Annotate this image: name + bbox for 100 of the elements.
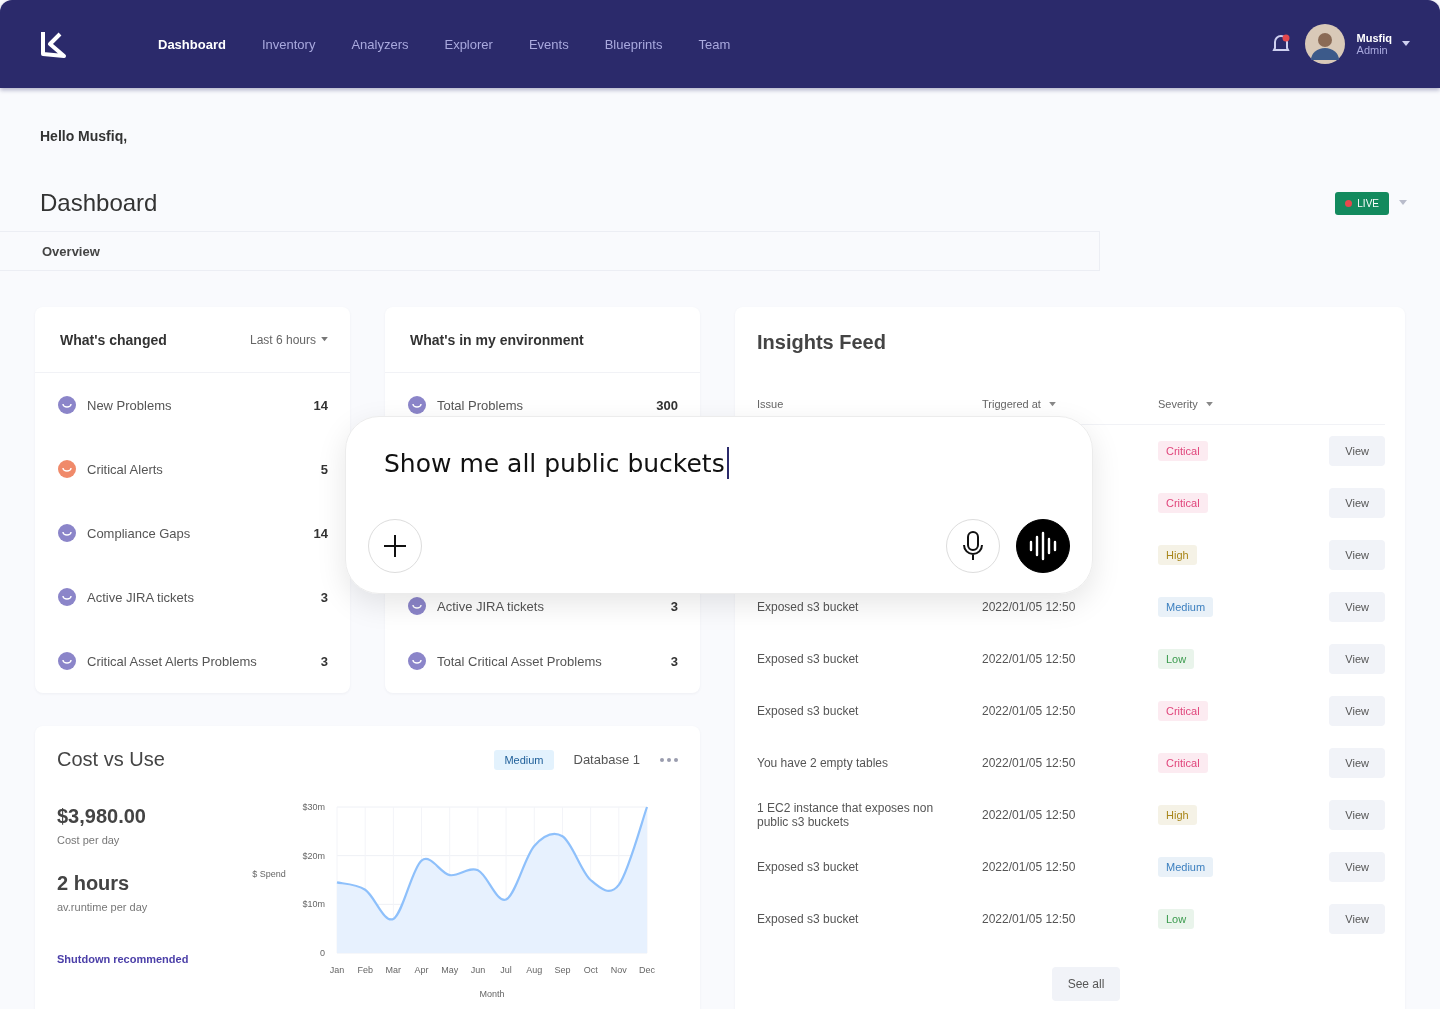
view-button[interactable]: View — [1329, 540, 1385, 570]
greeting: Hello Musfiq, — [40, 128, 129, 144]
view-button[interactable]: View — [1329, 800, 1385, 830]
stat-label: Critical Asset Alerts Problems — [87, 653, 258, 669]
microphone-button[interactable] — [946, 519, 1000, 573]
runtime-caption: av.runtime per day — [57, 901, 148, 913]
table-cell: 2022/01/05 12:50 — [982, 704, 1076, 718]
view-button[interactable]: View — [1329, 696, 1385, 726]
table-cell: Exposed s3 bucket — [757, 860, 859, 874]
more-icon[interactable] — [660, 757, 678, 762]
column-header: Issue — [757, 398, 785, 410]
add-button[interactable] — [368, 519, 422, 573]
axis-tick-label: Mar — [385, 965, 402, 975]
sort-caret-icon[interactable] — [1048, 401, 1056, 407]
user-role: Admin — [1356, 44, 1389, 56]
microphone-icon — [961, 530, 985, 562]
view-button[interactable]: View — [1329, 644, 1385, 674]
table-cell: You have 2 empty tables — [757, 756, 888, 770]
stat-label: Critical Alerts — [87, 461, 164, 477]
stat-label: Total Critical Asset Problems — [437, 653, 603, 669]
severity-tag: High — [1158, 545, 1197, 565]
view-button[interactable]: View — [1329, 904, 1385, 934]
voice-mode-button[interactable] — [1016, 519, 1070, 573]
runtime-value: 2 hours — [57, 872, 130, 895]
stat-count: 14 — [313, 397, 328, 413]
text-cursor — [726, 447, 729, 479]
column-header[interactable]: Triggered at — [982, 398, 1041, 410]
table-cell: 2022/01/05 12:50 — [982, 756, 1076, 770]
logo-icon[interactable] — [40, 30, 66, 58]
axis-title: Month — [479, 989, 505, 999]
table-cell: 2022/01/05 12:50 — [982, 808, 1076, 822]
user-name: Musfiq — [1356, 32, 1392, 44]
axis-tick-label: Nov — [610, 965, 627, 975]
stat-label: Compliance Gaps — [87, 525, 192, 541]
view-button[interactable]: View — [1329, 852, 1385, 882]
axis-tick-label: 0 — [320, 948, 325, 958]
table-cell: Exposed s3 bucket — [757, 652, 859, 666]
stat-label: Active JIRA tickets — [437, 598, 545, 614]
view-button[interactable]: View — [1329, 488, 1385, 518]
stat-label: Active JIRA tickets — [87, 589, 195, 605]
axis-tick-label: Sep — [554, 965, 571, 975]
plus-icon — [382, 533, 408, 559]
stat-count: 3 — [320, 653, 328, 669]
database-dropdown[interactable]: Database 1 — [573, 752, 640, 767]
axis-title: $ Spend — [252, 869, 286, 879]
axis-tick-label: $10m — [302, 899, 325, 910]
table-cell: Exposed s3 bucket — [757, 912, 859, 926]
see-all-button[interactable]: See all — [1051, 967, 1121, 1001]
avatar[interactable] — [1304, 24, 1345, 64]
stat-count: 3 — [670, 653, 678, 669]
axis-tick-label: Feb — [357, 965, 373, 975]
tag: Medium — [494, 749, 554, 770]
severity-tag: Low — [1158, 649, 1195, 669]
view-button[interactable]: View — [1329, 436, 1385, 466]
shutdown-link[interactable]: Shutdown recommended — [57, 953, 189, 965]
live-badge[interactable]: LIVE — [1335, 191, 1389, 215]
tab[interactable]: Overview — [42, 243, 100, 259]
cost-caption: Cost per day — [57, 834, 120, 846]
nav-link[interactable]: Team — [698, 36, 731, 52]
axis-tick-label: Aug — [526, 965, 543, 975]
severity-tag: High — [1158, 805, 1197, 825]
axis-tick-label: Jul — [500, 965, 512, 975]
severity-tag: Critical — [1158, 493, 1208, 513]
severity-tag: Critical — [1158, 753, 1208, 773]
axis-tick-label: Oct — [583, 965, 598, 975]
caret-icon[interactable] — [1402, 41, 1410, 47]
nav-link[interactable]: Analyzers — [351, 36, 409, 52]
stat-count: 300 — [656, 397, 678, 413]
axis-tick-label: Apr — [414, 965, 429, 975]
view-button[interactable]: View — [1329, 748, 1385, 778]
axis-tick-label: May — [441, 965, 459, 975]
view-button[interactable]: View — [1329, 592, 1385, 622]
severity-tag: Critical — [1158, 701, 1208, 721]
severity-tag: Medium — [1158, 597, 1214, 617]
time-range-dropdown[interactable]: Last 6 hours — [249, 332, 328, 347]
cost-amount: $3,980.00 — [57, 805, 146, 828]
card-title: Cost vs Use — [57, 748, 166, 771]
table-cell: 1 EC2 instance that exposes non public s3 buckets — [757, 801, 934, 829]
page-title: Dashboard — [40, 189, 158, 217]
axis-tick-label: Jan — [329, 965, 345, 975]
table-cell: 2022/01/05 12:50 — [982, 652, 1076, 666]
stat-count: 3 — [320, 589, 328, 605]
nav-link[interactable]: Inventory — [261, 36, 316, 52]
severity-tag: Low — [1158, 909, 1195, 929]
table-cell: 2022/01/05 12:50 — [982, 600, 1076, 614]
sort-caret-icon[interactable] — [1205, 401, 1213, 407]
axis-tick-label: Jun — [470, 965, 486, 975]
stat-label: New Problems — [87, 397, 173, 413]
waveform-icon — [1028, 531, 1058, 561]
card-title: What's in my environment — [410, 331, 584, 348]
nav-link[interactable]: Events — [528, 36, 569, 52]
column-header[interactable]: Severity — [1158, 398, 1198, 410]
table-cell: 2022/01/05 12:50 — [982, 912, 1076, 926]
caret-icon — [321, 337, 328, 342]
nav-link[interactable]: Explorer — [444, 36, 493, 52]
table-cell: Exposed s3 bucket — [757, 704, 859, 718]
nav-link[interactable]: Dashboard — [158, 36, 226, 52]
prompt-field[interactable]: Show me all public buckets — [384, 448, 725, 478]
severity-tag: Critical — [1158, 441, 1208, 461]
nav-link[interactable]: Blueprints — [604, 36, 663, 52]
